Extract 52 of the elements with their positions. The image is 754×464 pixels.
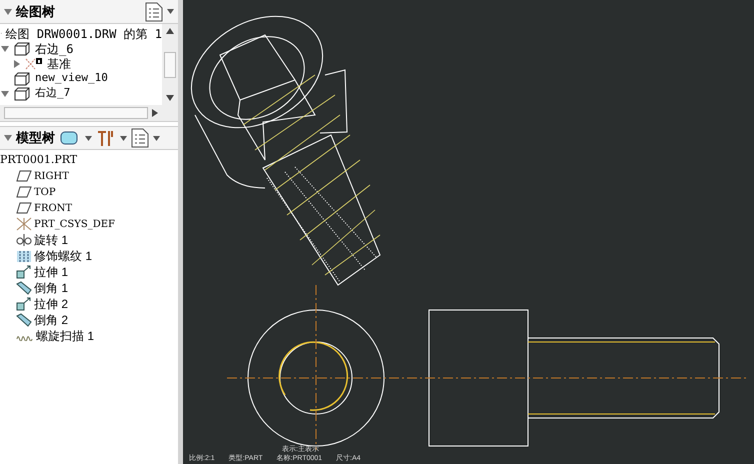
scroll-thumb[interactable] (4, 107, 148, 119)
tree-item[interactable]: 旋转 1 (34, 231, 68, 249)
extrude-icon (16, 297, 32, 311)
tree-item[interactable]: 修饰螺纹 1 (34, 247, 92, 265)
view-icon (13, 86, 31, 100)
horizontal-scrollbar[interactable] (0, 105, 178, 121)
expand-arrow-icon[interactable] (13, 60, 21, 68)
collapse-arrow-icon[interactable] (1, 44, 9, 52)
plane-icon (16, 186, 32, 198)
tree-item[interactable]: 右边_6 (35, 40, 74, 58)
collapse-arrow-icon[interactable] (4, 8, 12, 16)
list-settings-icon[interactable] (145, 2, 163, 22)
chamfer-icon (16, 313, 32, 327)
scroll-down-arrow-icon[interactable] (166, 95, 174, 101)
extrude-icon (16, 265, 32, 279)
caret-icon[interactable] (85, 136, 92, 140)
tree-item[interactable]: PRT_CSYS_DEF (34, 216, 115, 232)
tree-item[interactable]: PRT0001.PRT (0, 152, 178, 168)
view-icon (13, 42, 31, 56)
tree-item[interactable]: 倒角 2 (34, 311, 68, 329)
scroll-thumb[interactable] (164, 52, 176, 78)
tree-item[interactable]: 螺旋扫描 1 (36, 327, 94, 345)
collapse-arrow-icon[interactable] (1, 90, 9, 98)
tree-item[interactable]: 拉伸 2 (34, 295, 68, 313)
list-settings-icon[interactable] (131, 128, 149, 148)
chamfer-icon (16, 281, 32, 295)
tree-item[interactable]: 右边_7 (35, 85, 70, 102)
panel-title: 绘图树 (16, 2, 55, 21)
caret-icon[interactable] (120, 136, 127, 140)
revolve-icon (16, 234, 32, 246)
tools-icon[interactable] (96, 129, 116, 147)
scroll-up-arrow-icon[interactable] (166, 28, 174, 34)
tree-item[interactable]: RIGHT (34, 168, 69, 184)
coordinate-system-icon (16, 217, 32, 231)
thread-icon (16, 250, 32, 262)
collapse-arrow-icon[interactable] (4, 134, 12, 142)
scroll-right-arrow-icon[interactable] (152, 109, 158, 117)
plane-icon (16, 202, 32, 214)
panel-title: 模型树 (16, 129, 55, 148)
tree-item[interactable]: 绘图 DRW0001.DRW 的第 1 (6, 24, 162, 42)
tree-item[interactable]: 基准 (47, 54, 71, 72)
tree-item[interactable]: FRONT (34, 200, 72, 216)
tree-item[interactable]: 拉伸 1 (34, 263, 68, 281)
datum-icon (25, 56, 43, 70)
caret-icon[interactable] (153, 136, 160, 140)
tree-item[interactable]: new_view_10 (35, 70, 108, 87)
tree-item[interactable]: 倒角 1 (34, 279, 68, 297)
view-icon (13, 72, 31, 86)
vertical-scrollbar[interactable] (162, 24, 178, 105)
caret-icon[interactable] (167, 9, 174, 14)
tree-item[interactable]: TOP (34, 184, 56, 200)
plane-icon (16, 170, 32, 182)
